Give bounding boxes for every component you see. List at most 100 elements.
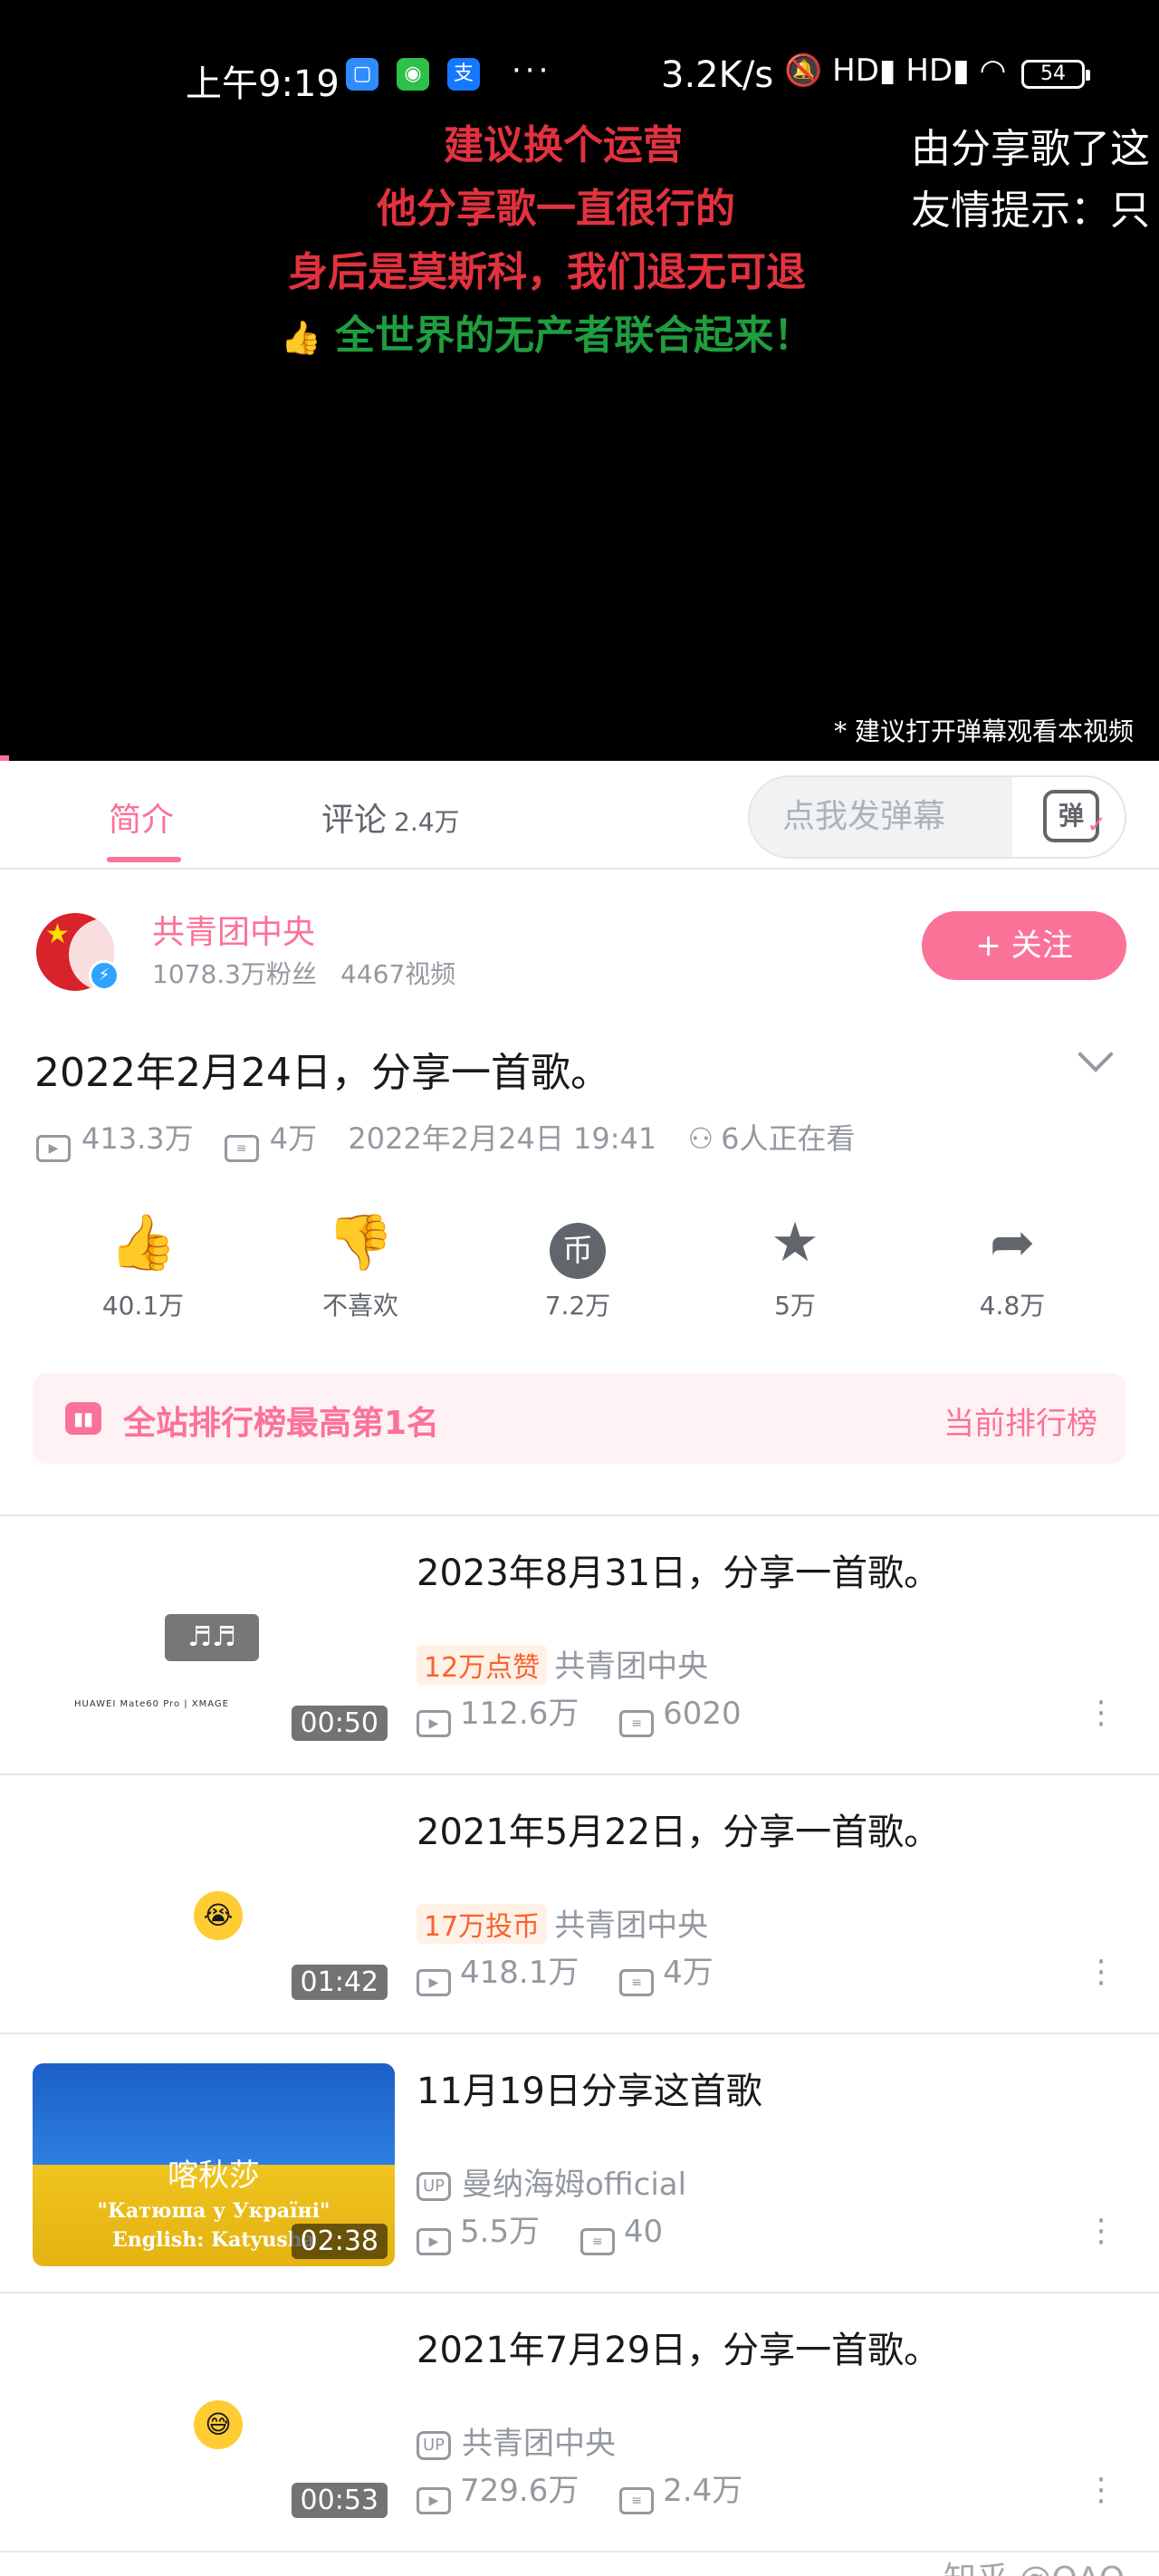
uploader-name[interactable]: 共青团中央 [152, 906, 315, 953]
danmaku-comment: 👍 全世界的无产者联合起来！ [281, 312, 814, 359]
uploader-videos: 4467视频 [340, 959, 456, 989]
more-notifications-icon: ··· [512, 53, 552, 89]
up-badge-icon: UP [417, 2431, 451, 2460]
publish-datetime: 2022年2月24日 19:41 [348, 1121, 657, 1156]
video-title[interactable]: 11月19日分享这首歌 [417, 2062, 762, 2114]
video-player[interactable]: 上午9:19 ▢ ◉ 支 ··· 3.2K/s 🔕 HD▮ HD▮ ◠ 54 建… [0, 0, 1159, 761]
flag-stars-icon: ★ [45, 918, 70, 950]
video-stats: ▶ 418.1万 ≡ 4万 [417, 1947, 714, 1996]
danmaku-input-placeholder[interactable]: 点我发弹幕 [750, 777, 1012, 857]
tab-active-indicator [107, 857, 181, 862]
video-thumbnail[interactable]: 😅 00:53 [33, 2322, 395, 2525]
video-stats: ▶ 5.5万 ≡ 40 [417, 2206, 663, 2255]
thumbs-up-emoji-icon: 👍 [281, 320, 321, 357]
video-uploader-line: UP 共青团中央 [417, 2418, 616, 2463]
message-icon: ▢ [346, 58, 378, 91]
list-item[interactable]: 喀秋莎 "Катюша у Україні" English: Katyusha… [0, 2034, 1159, 2293]
uploader-stats: 1078.3万粉丝 4467视频 [152, 955, 455, 991]
wechat-icon: ◉ [397, 58, 429, 91]
video-title[interactable]: 2023年8月31日，分享一首歌。 [417, 1543, 940, 1596]
chevron-down-icon[interactable] [1078, 1036, 1114, 1072]
video-uploader: 曼纳海姆official [462, 2167, 687, 2203]
list-item[interactable]: ♬♬ HUAWEI Mate60 Pro | XMAGE 00:50 2023年… [0, 1516, 1159, 1775]
video-title[interactable]: 2021年5月22日，分享一首歌。 [417, 1802, 940, 1855]
danmaku-comment: 身后是莫斯科，我们退无可退 [288, 249, 806, 295]
favorite-button[interactable]: ★ 5万 [723, 1210, 867, 1322]
danmaku-count: 2.4万 [663, 2473, 743, 2509]
video-thumbnail[interactable]: 喀秋莎 "Катюша у Україні" English: Katyusha… [33, 2063, 395, 2266]
watermark: 知乎 @QAQ [943, 2552, 1125, 2576]
view-count: 5.5万 [460, 2214, 541, 2250]
play-count-icon: ▶ [417, 2228, 451, 2255]
list-item[interactable]: 😭 01:42 2021年5月22日，分享一首歌。 17万投币 共青团中央 ▶ 41… [0, 1775, 1159, 2034]
video-title[interactable]: 2021年7月29日，分享一首歌。 [417, 2321, 940, 2373]
up-badge-icon: UP [417, 2172, 451, 2201]
more-options-icon[interactable]: · · · [1096, 2465, 1106, 2517]
action-bar: 👍 40.1万 👎 不喜欢 币 7.2万 ★ 5万 ➦ 4.8万 [0, 1210, 1159, 1328]
more-options-icon[interactable]: · · · [1096, 1946, 1106, 1999]
view-count: 418.1万 [460, 1955, 580, 1991]
danmaku-hint: * 建议打开弹幕观看本视频 [834, 716, 1134, 746]
video-stats: ▶ 112.6万 ≡ 6020 [417, 1688, 742, 1737]
thumbs-up-icon: 👍 [109, 1211, 177, 1274]
video-uploader: 共青团中央 [554, 1908, 709, 1944]
follow-button[interactable]: + 关注 [922, 911, 1126, 980]
tab-intro[interactable]: 简介 [109, 793, 174, 841]
watching-count: 6人正在看 [721, 1121, 856, 1156]
more-options-icon[interactable]: · · · [1096, 2206, 1106, 2258]
more-options-icon[interactable]: · · · [1096, 1687, 1106, 1740]
status-time: 上午9:19 [186, 63, 340, 105]
like-button[interactable]: 👍 40.1万 [71, 1210, 216, 1322]
video-duration: 01:42 [291, 1965, 388, 2000]
danmaku-toggle-icon[interactable]: 弹 [1043, 790, 1106, 848]
video-uploader: 共青团中央 [554, 1648, 709, 1685]
thumbs-down-icon: 👎 [326, 1211, 395, 1274]
highlight-tag: 17万投币 [417, 1904, 548, 1944]
music-notes-icon: ♬♬ [165, 1614, 259, 1661]
dislike-button[interactable]: 👎 不喜欢 [288, 1210, 433, 1322]
view-count: 413.3万 [81, 1121, 194, 1156]
video-uploader-line: 17万投币 共青团中央 [417, 1900, 708, 1945]
danmaku-count-icon: ≡ [224, 1135, 259, 1162]
danmaku-comment: 由分享歌了这 [911, 126, 1150, 172]
tab-comments-label: 评论 [321, 802, 388, 839]
danmaku-comment: 建议换个运营 [444, 122, 683, 168]
share-button[interactable]: ➦ 4.8万 [940, 1210, 1085, 1322]
coin-button[interactable]: 币 7.2万 [505, 1210, 650, 1322]
danmaku-comment: 友情提示：只 [911, 187, 1150, 234]
share-count: 4.8万 [979, 1291, 1046, 1321]
highlight-tag: 12万点赞 [417, 1645, 548, 1685]
ranking-link[interactable]: 当前排行榜 [943, 1399, 1097, 1443]
alipay-icon: 支 [447, 58, 480, 91]
danmaku-input[interactable]: 点我发弹幕 弹 [748, 775, 1126, 859]
viewers-icon: ⚇ [687, 1121, 714, 1156]
danmaku-count-icon: ≡ [619, 1969, 655, 1996]
like-count: 40.1万 [101, 1291, 185, 1321]
view-count: 112.6万 [460, 1696, 580, 1732]
video-title: 2022年2月24日，分享一首歌。 [34, 1050, 610, 1096]
video-uploader-line: UP 曼纳海姆official [417, 2159, 686, 2204]
video-uploader-line: 12万点赞 共青团中央 [417, 1641, 708, 1686]
network-speed: 3.2K/s [661, 54, 774, 96]
video-thumbnail[interactable]: ♬♬ HUAWEI Mate60 Pro | XMAGE 00:50 [33, 1545, 395, 1748]
video-uploader: 共青团中央 [462, 2426, 616, 2462]
danmaku-comment: 他分享歌一直很行的 [377, 186, 735, 232]
danmaku-count: 40 [623, 2214, 664, 2250]
tab-comments[interactable]: 评论 2.4万 [321, 793, 460, 841]
danmaku-count: 6020 [663, 1696, 742, 1732]
ranking-banner[interactable]: ▮▮ 全站排行榜最高第1名 当前排行榜 [33, 1373, 1126, 1464]
list-item[interactable]: 😅 00:53 2021年7月29日，分享一首歌。 UP 共青团中央 ▶ 729.6… [0, 2293, 1159, 2552]
star-icon: ★ [771, 1211, 819, 1274]
thumbnail-caption: HUAWEI Mate60 Pro | XMAGE [74, 1699, 230, 1709]
video-duration: 00:53 [291, 2483, 388, 2518]
uploader-followers: 1078.3万粉丝 [152, 959, 317, 989]
thumbnail-title: 喀秋莎 [168, 2158, 260, 2194]
sweat-smile-icon: 😅 [194, 2400, 243, 2449]
danmaku-count: 4万 [663, 1955, 714, 1991]
verified-icon: ⚡ [89, 960, 120, 991]
coin-icon: 币 [550, 1223, 606, 1279]
video-thumbnail[interactable]: 😭 01:42 [33, 1804, 395, 2007]
danmaku-count-icon: ≡ [619, 2487, 655, 2514]
play-count-icon: ▶ [417, 1710, 451, 1737]
view-count: 729.6万 [460, 2473, 580, 2509]
